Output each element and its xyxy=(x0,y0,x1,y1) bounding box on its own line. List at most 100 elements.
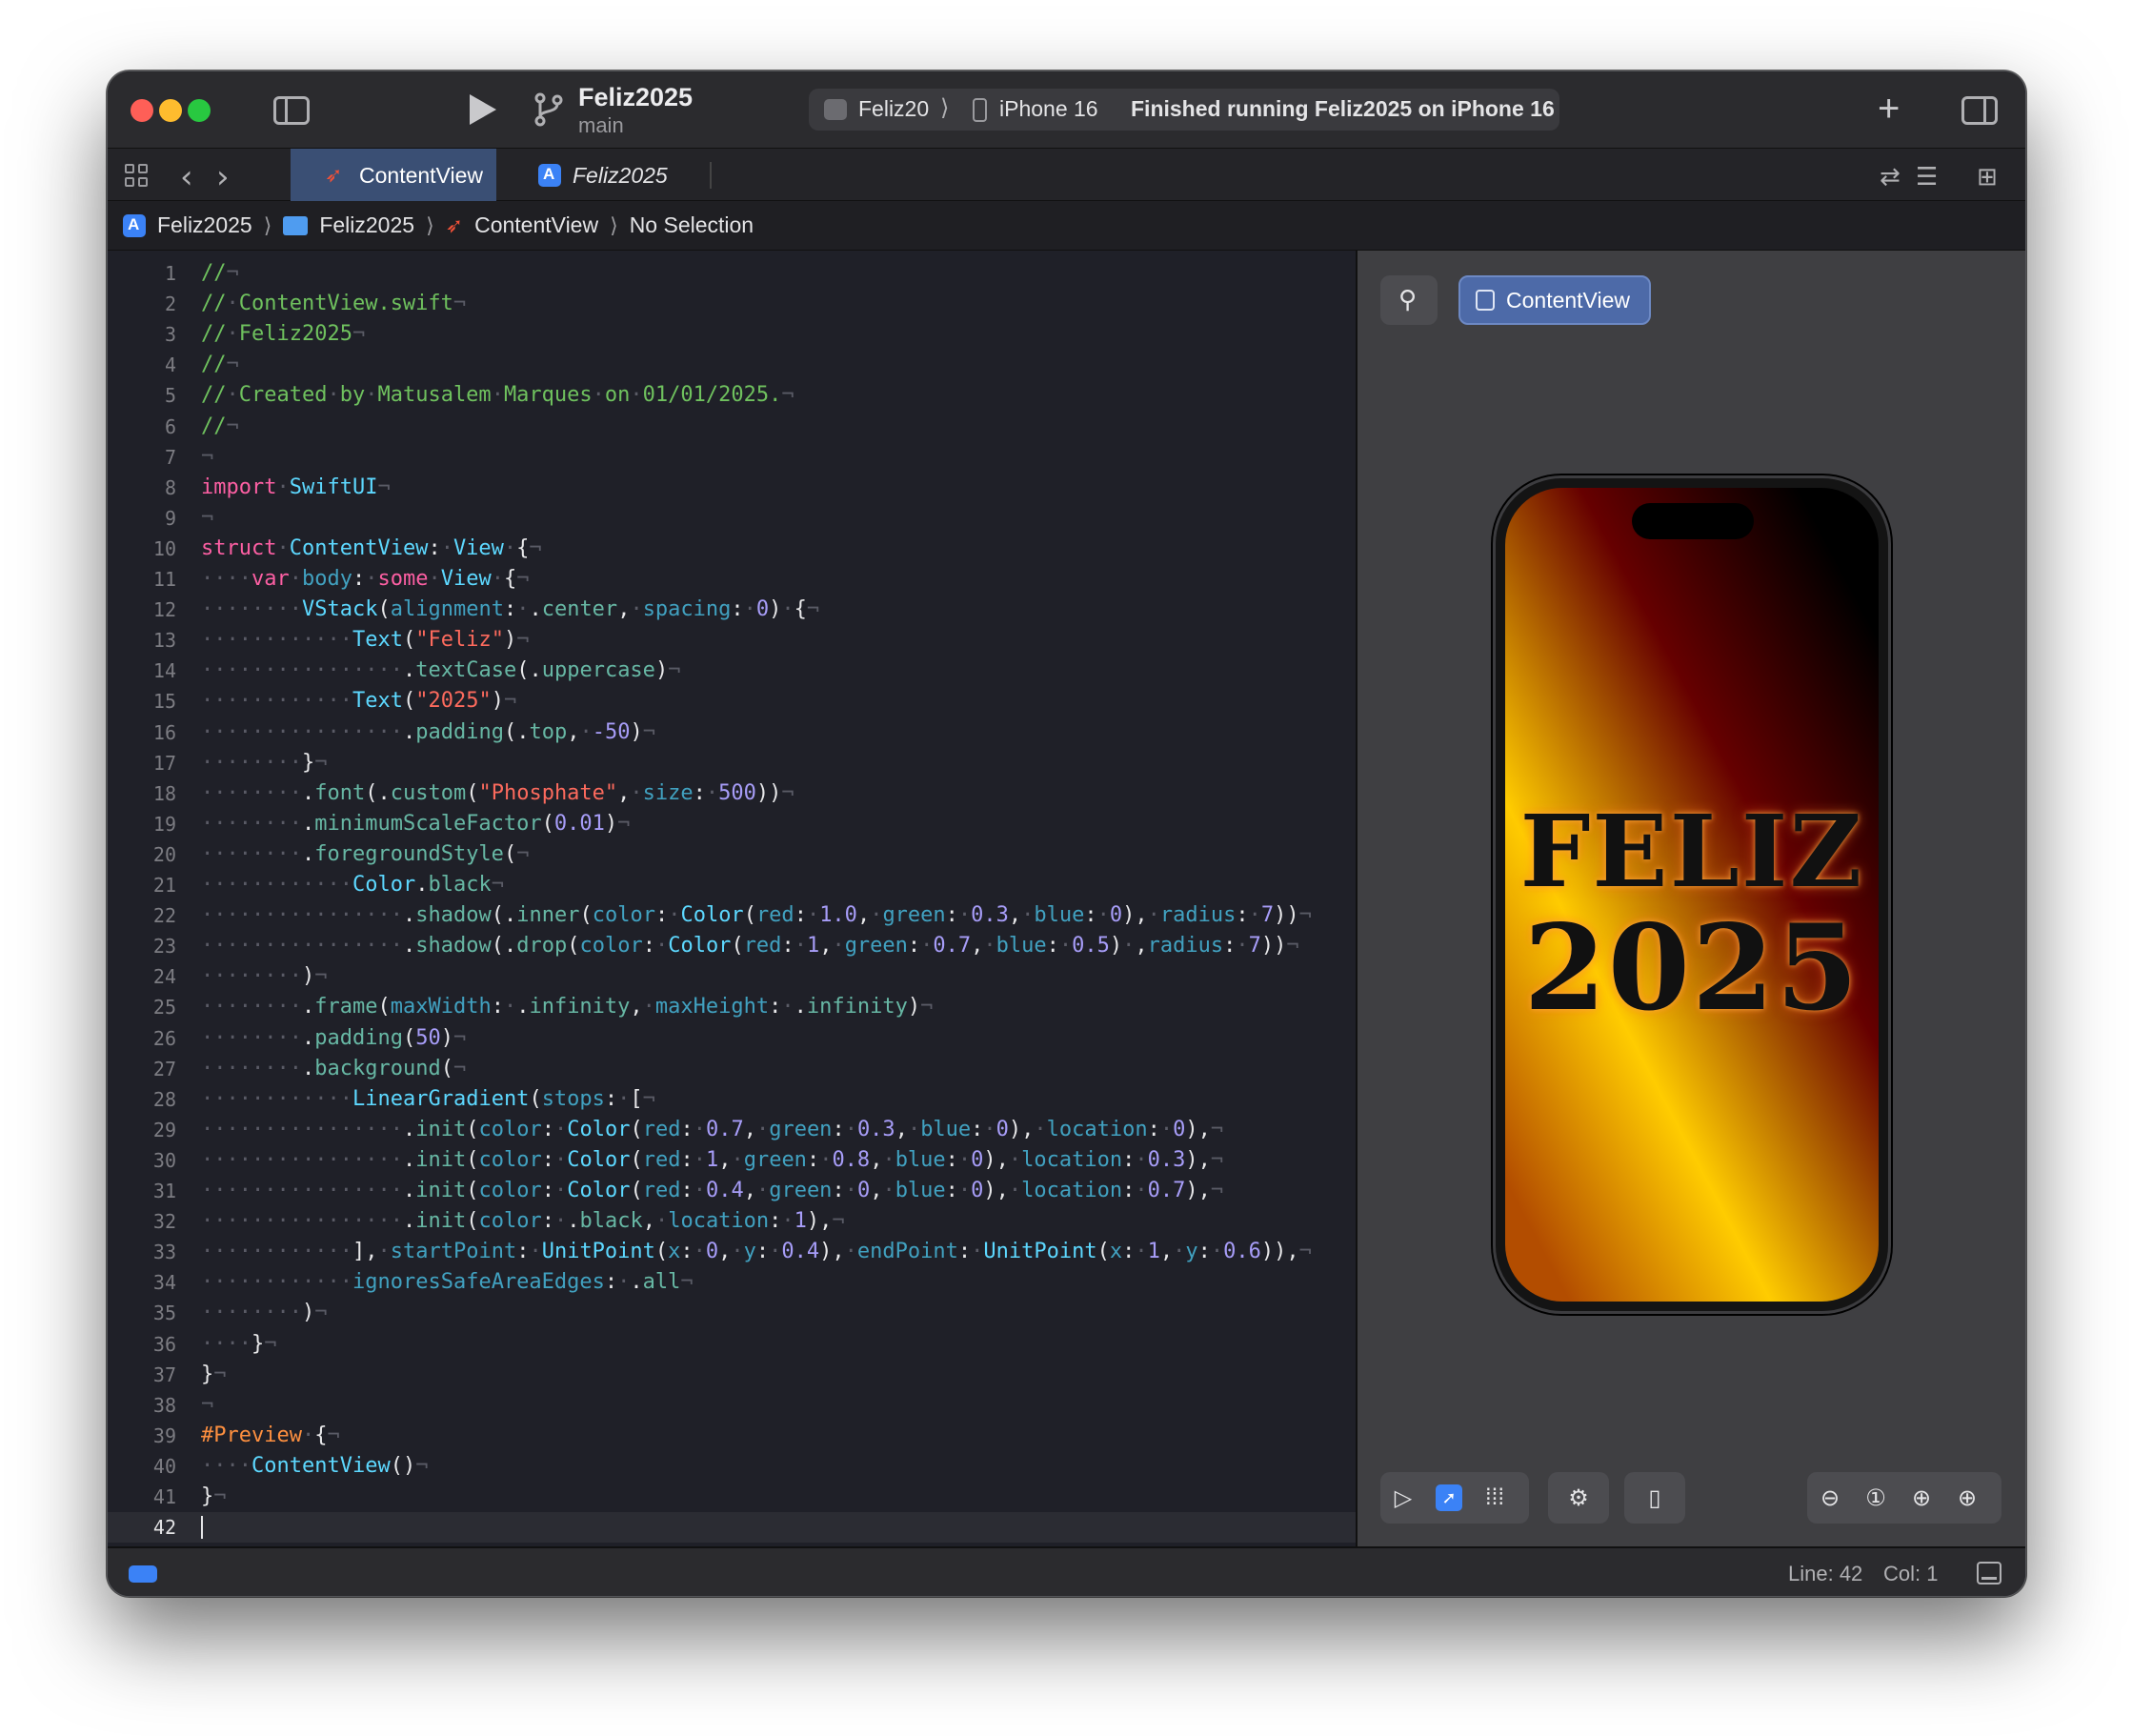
device-icon[interactable]: ▯ xyxy=(1632,1475,1678,1521)
line-number: 26 xyxy=(152,1026,176,1050)
add-library-button[interactable]: + xyxy=(1878,85,1900,132)
selectable-mode-button[interactable]: ➚ xyxy=(1426,1475,1472,1521)
code-line[interactable]: 13 ············Text("Feliz")¬ xyxy=(108,625,1356,656)
code-line[interactable]: 18 ········.font(.custom("Phosphate",·siz… xyxy=(108,778,1356,809)
code-line[interactable]: 6 //¬ xyxy=(108,412,1356,442)
code-line[interactable]: 11 ····var·body:·some·View·{¬ xyxy=(108,564,1356,595)
preview-view-button[interactable]: ContentView xyxy=(1458,275,1651,325)
related-items-grid-icon[interactable] xyxy=(125,164,150,189)
scheme-selector[interactable]: Feliz20 xyxy=(858,96,929,122)
code-line[interactable]: 4 //¬ xyxy=(108,350,1356,380)
line-number: 4 xyxy=(164,353,176,377)
code-line[interactable]: 23 ················.shadow(.drop(color:·C… xyxy=(108,931,1356,961)
zoom-out-icon[interactable]: ⊖ xyxy=(1807,1475,1853,1521)
code-line[interactable]: 27 ········.background(¬ xyxy=(108,1054,1356,1084)
breadcrumb-folder[interactable]: Feliz2025 xyxy=(283,212,414,238)
code-line[interactable]: 3 //·Feliz2025¬ xyxy=(108,319,1356,350)
line-number: 16 xyxy=(152,720,176,744)
project-title[interactable]: Feliz2025 xyxy=(578,83,693,112)
zoom-in-icon[interactable]: ⊕ xyxy=(1944,1475,1990,1521)
code-line[interactable]: 12 ········VStack(alignment:·.center,·spa… xyxy=(108,595,1356,625)
chevron-right-icon[interactable]: › xyxy=(216,158,230,196)
code-text: ····}¬ xyxy=(201,1331,277,1356)
source-editor[interactable]: 1 //¬ 2 //·ContentView.swift¬ 3 //·Feliz2025¬… xyxy=(108,251,1356,1546)
live-preview-icon[interactable]: ▷ xyxy=(1380,1475,1426,1521)
branch-icon[interactable] xyxy=(533,91,565,129)
code-line[interactable]: 10 struct·ContentView:·View·{¬ xyxy=(108,534,1356,564)
code-text: ····ContentView()¬ xyxy=(201,1453,429,1478)
code-line[interactable]: 38 ¬ xyxy=(108,1390,1356,1421)
debug-area-toggle[interactable] xyxy=(129,1565,157,1583)
code-text: ················.init(color:·Color(red:·… xyxy=(201,1147,1224,1172)
code-line[interactable]: 14 ················.textCase(.uppercase)¬ xyxy=(108,656,1356,686)
code-line[interactable]: 5 //·Created·by·Matusalem·Marques·on·01/0… xyxy=(108,380,1356,411)
minimize-window-button[interactable] xyxy=(159,99,182,122)
code-line[interactable]: 28 ············LinearGradient(stops:·[¬ xyxy=(108,1084,1356,1115)
code-line[interactable]: 9 ¬ xyxy=(108,503,1356,534)
editor-options-icon[interactable]: ☰ xyxy=(1916,162,1938,192)
toggle-settings-icon[interactable]: ⚙ xyxy=(1556,1475,1601,1521)
inspector-toggle-icon[interactable] xyxy=(1961,96,1998,125)
device-settings-group: ▯ xyxy=(1624,1472,1685,1524)
code-line[interactable]: 25 ········.frame(maxWidth:·.infinity,·ma… xyxy=(108,992,1356,1022)
code-line[interactable]: 37}¬ xyxy=(108,1360,1356,1390)
tab-feliz2025[interactable]: Feliz2025 xyxy=(500,149,700,202)
code-line[interactable]: 2 //·ContentView.swift¬ xyxy=(108,289,1356,319)
run-destination-selector[interactable]: iPhone 16 xyxy=(999,96,1098,122)
code-line[interactable]: 32 ················.init(color:·.black,·l… xyxy=(108,1206,1356,1237)
zoom-actual-icon[interactable]: ① xyxy=(1853,1475,1899,1521)
breadcrumb-file[interactable]: ➶ ContentView xyxy=(446,212,598,238)
code-text: ············ignoresSafeAreaEdges:·.all¬ xyxy=(201,1270,694,1295)
code-text: #Preview·{¬ xyxy=(201,1423,340,1447)
code-line[interactable]: 40 ····ContentView()¬ xyxy=(108,1451,1356,1482)
variants-grid-icon[interactable]: ⁞⁞⁞ xyxy=(1472,1475,1518,1521)
chevron-left-icon[interactable]: ‹ xyxy=(180,158,193,196)
code-text: ········VStack(alignment:·.center,·spaci… xyxy=(201,597,820,622)
swap-arrows-icon[interactable]: ⇄ xyxy=(1880,162,1901,192)
tab-contentview[interactable]: ➶ ContentView xyxy=(291,149,496,202)
breadcrumb-project[interactable]: Feliz2025 xyxy=(123,212,252,238)
add-editor-icon[interactable]: ⊞ xyxy=(1977,162,1998,192)
code-line[interactable]: 17 ········}¬ xyxy=(108,748,1356,778)
pin-preview-button[interactable]: ⚲ xyxy=(1380,275,1438,325)
maximize-window-button[interactable] xyxy=(188,99,211,122)
code-line[interactable]: 39 #Preview·{¬ xyxy=(108,1421,1356,1451)
code-line[interactable]: 8 import·SwiftUI¬ xyxy=(108,473,1356,503)
line-number: 12 xyxy=(152,598,176,622)
close-window-button[interactable] xyxy=(131,99,153,122)
breadcrumb-label: Feliz2025 xyxy=(157,212,252,237)
code-line[interactable]: 1 //¬ xyxy=(108,258,1356,289)
code-line[interactable]: 21 ············Color.black¬ xyxy=(108,870,1356,900)
code-line[interactable]: 19 ········.minimumScaleFactor(0.01)¬ xyxy=(108,809,1356,839)
line-number: 18 xyxy=(152,781,176,805)
breadcrumb-symbol[interactable]: No Selection xyxy=(630,212,754,238)
branch-name[interactable]: main xyxy=(578,113,624,138)
line-number: 6 xyxy=(164,414,176,438)
code-line[interactable]: 30 ················.init(color:·Color(red… xyxy=(108,1145,1356,1176)
chevron-right-icon: ⟩ xyxy=(940,95,950,121)
code-line[interactable]: 33 ············],·startPoint:·UnitPoint(x… xyxy=(108,1237,1356,1267)
navigator-toggle-icon[interactable] xyxy=(273,96,310,125)
code-line[interactable]: 31 ················.init(color:·Color(red… xyxy=(108,1176,1356,1206)
code-line[interactable]: 36 ····}¬ xyxy=(108,1329,1356,1360)
preview-screen[interactable]: FELIZ 2025 xyxy=(1505,488,1879,1302)
code-line[interactable]: 42 xyxy=(108,1512,1356,1544)
code-line[interactable]: 41}¬ xyxy=(108,1482,1356,1512)
bottom-panel-toggle-icon[interactable] xyxy=(1977,1562,2001,1585)
run-button[interactable] xyxy=(470,94,496,125)
code-line[interactable]: 29 ················.init(color:·Color(red… xyxy=(108,1115,1356,1145)
code-line[interactable]: 26 ········.padding(50)¬ xyxy=(108,1023,1356,1054)
zoom-controls: ⊖ ① ⊕ ⊕ xyxy=(1807,1472,2001,1524)
code-line[interactable]: 34 ············ignoresSafeAreaEdges:·.all… xyxy=(108,1267,1356,1298)
code-line[interactable]: 7 ¬ xyxy=(108,442,1356,473)
build-status-text: Finished running Feliz2025 on iPhone 16 xyxy=(1131,96,1555,121)
code-line[interactable]: 22 ················.shadow(.inner(color:·… xyxy=(108,900,1356,931)
code-line[interactable]: 20 ········.foregroundStyle(¬ xyxy=(108,839,1356,870)
code-line[interactable]: 15 ············Text("2025")¬ xyxy=(108,686,1356,717)
zoom-fit-icon[interactable]: ⊕ xyxy=(1899,1475,1944,1521)
code-text: //¬ xyxy=(201,353,239,377)
code-line[interactable]: 24 ········)¬ xyxy=(108,961,1356,992)
code-line[interactable]: 35 ········)¬ xyxy=(108,1298,1356,1328)
line-number: 11 xyxy=(152,568,176,591)
code-line[interactable]: 16 ················.padding(.top,·-50)¬ xyxy=(108,717,1356,748)
